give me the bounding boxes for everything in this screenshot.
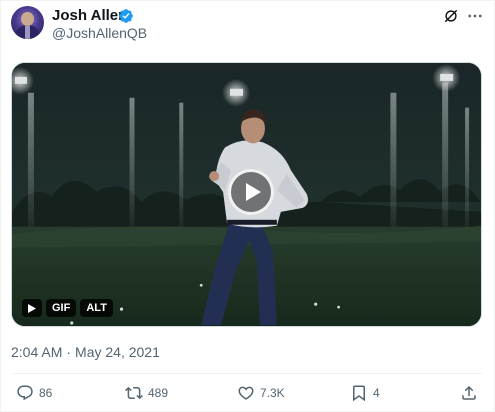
tweet-card: Josh Allen @JoshAllenQB GIF ALT 2:04 AM … <box>0 0 495 412</box>
timestamp-date: May 24, 2021 <box>75 344 160 360</box>
reply-icon <box>17 385 33 401</box>
timestamp-separator: · <box>66 344 72 360</box>
grok-icon[interactable] <box>442 7 460 25</box>
small-play-icon <box>28 303 36 313</box>
like-button[interactable]: 7.3K <box>237 382 285 404</box>
reply-button[interactable]: 86 <box>16 382 52 404</box>
verified-badge-icon <box>119 9 133 23</box>
gif-play-badge[interactable] <box>22 299 42 317</box>
retweet-count: 489 <box>148 386 169 400</box>
gif-badge: GIF <box>46 299 77 317</box>
share-icon <box>462 385 476 400</box>
bookmark-count: 4 <box>373 386 380 400</box>
play-button[interactable] <box>228 169 274 215</box>
share-button[interactable] <box>460 382 478 404</box>
like-count: 7.3K <box>260 386 285 400</box>
play-icon <box>246 183 261 201</box>
bookmark-button[interactable]: 4 <box>350 382 380 404</box>
author-handle[interactable]: @JoshAllenQB <box>52 24 147 42</box>
more-icon[interactable] <box>466 7 484 25</box>
retweet-button[interactable]: 489 <box>125 382 168 404</box>
reply-count: 86 <box>39 386 53 400</box>
author-display-name[interactable]: Josh Allen <box>52 7 127 25</box>
alt-badge[interactable]: ALT <box>80 299 113 317</box>
timestamp-time: 2:04 AM <box>11 344 63 360</box>
gif-media[interactable]: GIF ALT <box>11 62 482 327</box>
gif-badges: GIF ALT <box>22 299 113 317</box>
avatar[interactable] <box>11 6 44 39</box>
like-icon <box>238 386 254 400</box>
divider <box>11 373 482 374</box>
retweet-icon <box>125 386 143 400</box>
tweet-timestamp[interactable]: 2:04 AM · May 24, 2021 <box>11 343 160 361</box>
bookmark-icon <box>353 385 365 402</box>
